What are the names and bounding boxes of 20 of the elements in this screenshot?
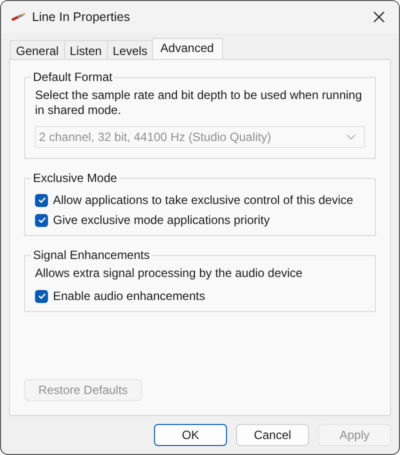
group-title: Default Format [32,70,114,84]
group-title: Exclusive Mode [32,171,118,185]
chevron-down-icon [346,134,356,140]
checkbox-label[interactable]: Allow applications to take exclusive control of this device [53,193,354,207]
group-title: Signal Enhancements [32,248,151,262]
description-text: Select the sample rate and bit depth to be used when running in shared mode. [35,88,363,118]
description-text: Allows extra signal processing by the audio device [35,266,304,281]
checkbox[interactable] [35,290,48,302]
checkbox-label[interactable]: Give exclusive mode applications priority [53,213,270,227]
tab[interactable]: Advanced [152,38,223,59]
dialog-button[interactable]: Cancel [236,424,309,446]
audio-plug-icon [10,11,26,23]
window-title: Line In Properties [32,10,131,24]
close-icon[interactable] [373,11,385,23]
tab[interactable]: General [10,40,65,59]
checkbox[interactable] [35,194,48,206]
dialog-button[interactable]: OK [154,424,227,446]
checkbox[interactable] [35,214,48,226]
check-icon [36,291,46,301]
checkbox-label[interactable]: Enable audio enhancements [53,289,206,303]
